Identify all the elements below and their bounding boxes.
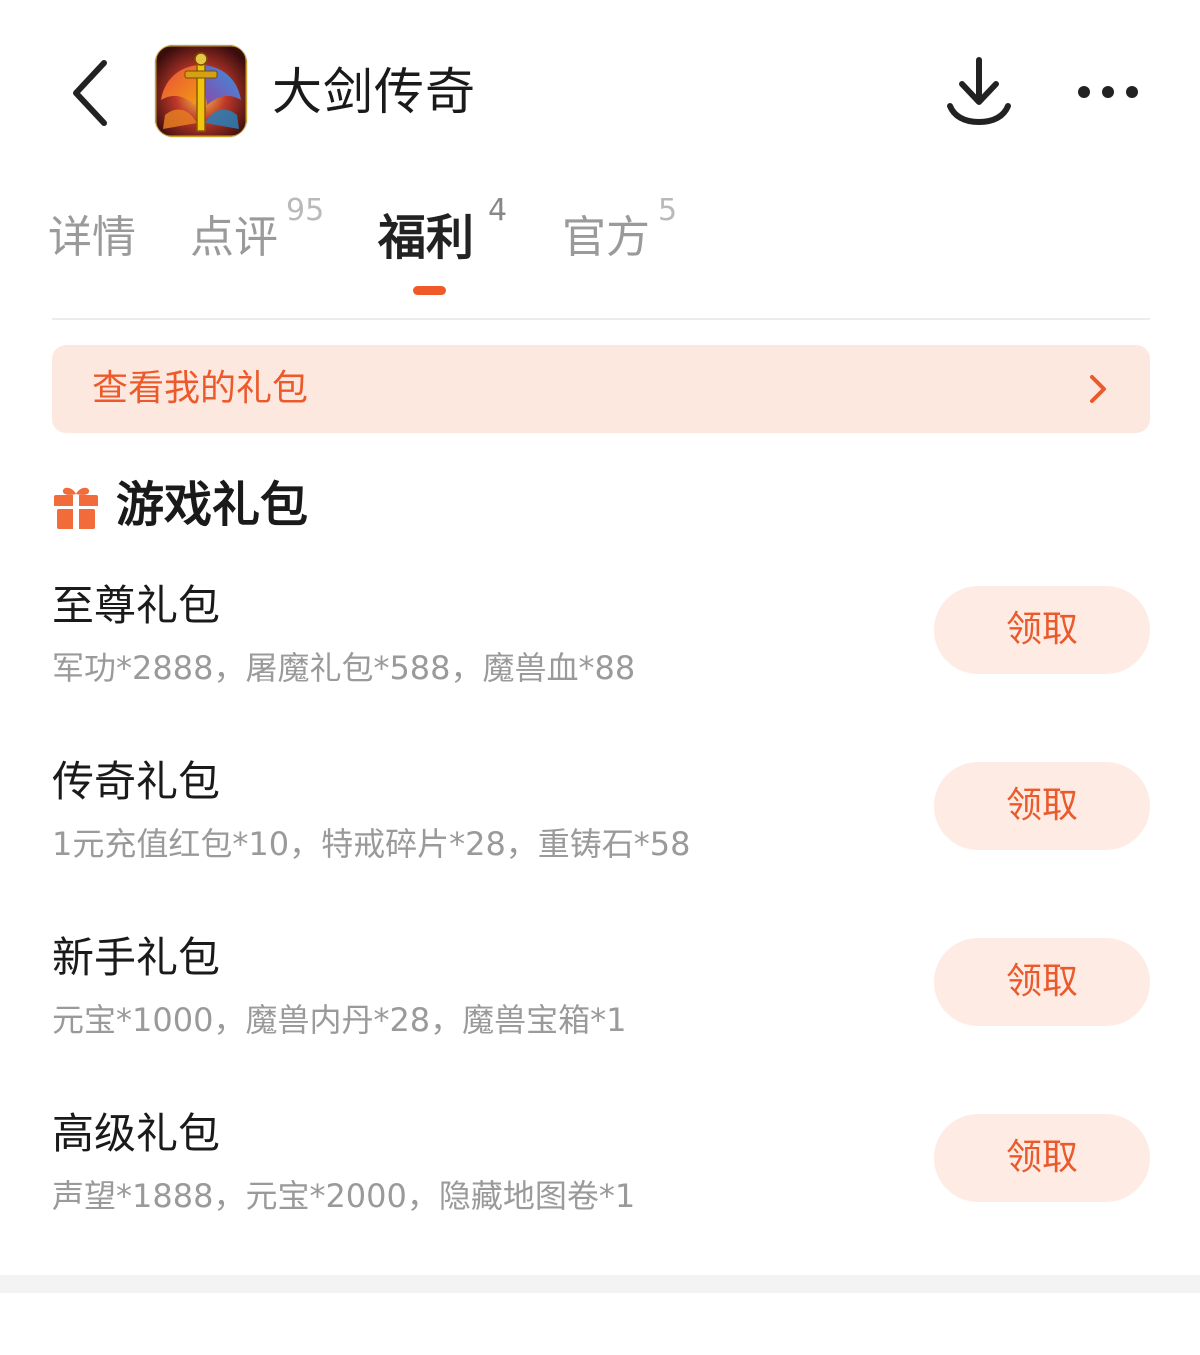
tab-bar: 详情 点评 95 福利 4 官方 5 — [0, 190, 1200, 300]
chevron-left-icon — [73, 60, 107, 126]
gift-icon — [54, 487, 98, 529]
tab-benefits[interactable]: 福利 4 — [378, 196, 507, 268]
back-button[interactable] — [62, 55, 122, 131]
gift-description: 声望*1888，元宝*2000，隐藏地图卷*1 — [52, 1177, 636, 1215]
gift-row: 传奇礼包 1元充值红包*10，特戒碎片*28，重铸石*58 领取 — [52, 754, 1150, 884]
tab-details[interactable]: 详情 — [48, 208, 136, 268]
tab-official[interactable]: 官方 5 — [562, 196, 677, 268]
gift-name: 至尊礼包 — [52, 581, 221, 630]
more-dots-icon — [1078, 86, 1138, 98]
divider — [52, 318, 1150, 320]
game-app-icon — [155, 45, 247, 137]
section-separator — [0, 1275, 1200, 1293]
tab-count: 5 — [658, 193, 678, 228]
tab-count: 4 — [488, 193, 508, 228]
tab-label: 点评 — [190, 212, 278, 263]
gift-description: 1元充值红包*10，特戒碎片*28，重铸石*58 — [52, 825, 691, 863]
tab-label: 详情 — [48, 212, 136, 263]
gift-name: 高级礼包 — [52, 1109, 221, 1158]
chevron-right-icon — [1090, 375, 1106, 403]
top-bar: 大剑传奇 — [0, 0, 1200, 180]
more-button[interactable] — [1072, 72, 1142, 112]
app-title: 大剑传奇 — [272, 63, 476, 121]
tab-count: 95 — [286, 193, 325, 228]
banner-label: 查看我的礼包 — [92, 368, 309, 409]
active-tab-indicator — [413, 286, 446, 295]
claim-button[interactable]: 领取 — [934, 938, 1150, 1026]
tab-label: 官方 — [562, 212, 650, 263]
download-button[interactable] — [940, 52, 1018, 132]
download-icon — [947, 57, 1011, 126]
tab-label: 福利 — [378, 210, 475, 266]
gift-description: 军功*2888，屠魔礼包*588，魔兽血*88 — [52, 649, 636, 687]
gift-row: 至尊礼包 军功*2888，屠魔礼包*588，魔兽血*88 领取 — [52, 578, 1150, 708]
gift-row: 新手礼包 元宝*1000，魔兽内丹*28，魔兽宝箱*1 领取 — [52, 930, 1150, 1060]
tab-reviews[interactable]: 点评 95 — [190, 196, 324, 268]
claim-button[interactable]: 领取 — [934, 586, 1150, 674]
section-title: 游戏礼包 — [116, 477, 309, 533]
gift-name: 传奇礼包 — [52, 757, 221, 806]
gift-name: 新手礼包 — [52, 933, 221, 982]
my-gifts-banner[interactable]: 查看我的礼包 — [52, 345, 1150, 433]
app-icon — [155, 45, 247, 137]
gift-description: 元宝*1000，魔兽内丹*28，魔兽宝箱*1 — [52, 1001, 627, 1039]
gift-row: 高级礼包 声望*1888，元宝*2000，隐藏地图卷*1 领取 — [52, 1106, 1150, 1236]
claim-button[interactable]: 领取 — [934, 762, 1150, 850]
claim-button[interactable]: 领取 — [934, 1114, 1150, 1202]
